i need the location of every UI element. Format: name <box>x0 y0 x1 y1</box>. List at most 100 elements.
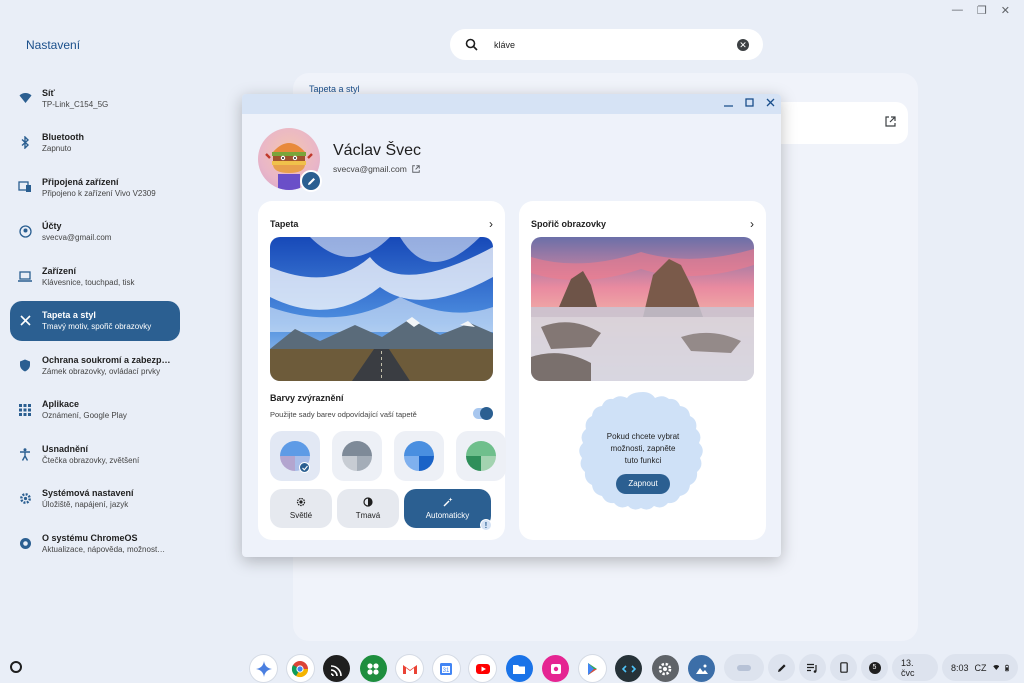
sidebar-item-title: Bluetooth <box>42 132 84 142</box>
sidebar-item-title: Zařízení <box>42 265 77 276</box>
pen-icon <box>777 663 786 672</box>
sidebar-item-title: Účty <box>42 221 62 231</box>
tray-indicator-icon <box>737 664 751 671</box>
sidebar-item-title: Aplikace <box>42 399 80 409</box>
screensaver-title: Spořič obrazovky <box>531 219 607 229</box>
wallpaper-preview[interactable] <box>270 237 493 381</box>
sidebar-item-subtitle: TP-Link_C154_5G <box>42 99 109 109</box>
gallery-icon[interactable] <box>542 655 569 682</box>
tray-pill[interactable] <box>724 654 764 681</box>
sidebar-item-title: Tapeta a styl <box>42 310 96 320</box>
gemini-icon[interactable] <box>250 655 277 682</box>
sidebar-item-wallpaper-style[interactable]: Tapeta a styl Tmavý motiv, spořič obrazo… <box>10 300 180 341</box>
sidebar-item-system[interactable]: Systémová nastavení Úložiště, napájení, … <box>10 479 180 519</box>
color-swatches <box>270 431 506 481</box>
color-swatch[interactable] <box>332 431 382 481</box>
locale-label: CZ <box>974 662 987 673</box>
settings-icon[interactable] <box>651 655 679 682</box>
wallpaper-card: Tapeta › Barvy zvýraznění Použijte sady … <box>258 201 506 540</box>
files-icon[interactable] <box>505 655 533 682</box>
sidebar-item-apps[interactable]: Aplikace Oznámení, Google Play <box>10 390 180 430</box>
stylus-tool[interactable] <box>768 654 795 681</box>
sidebar-item-connected-devices[interactable]: Připojená zařízení Připojeno k zařízení … <box>10 167 180 207</box>
chrome-icon[interactable] <box>286 655 314 682</box>
play-store-icon[interactable] <box>578 655 606 682</box>
auto-mode-button[interactable]: Automaticky ! <box>404 489 492 531</box>
enable-screensaver-button[interactable]: Zapnout <box>616 474 670 494</box>
svg-text:31: 31 <box>443 668 450 674</box>
magic-wand-icon <box>443 497 452 507</box>
sidebar-item-privacy[interactable]: Ochrana soukromí a zabezp… Zámek obrazov… <box>10 345 180 385</box>
date-pill[interactable]: 13. čvc <box>892 654 938 681</box>
sidebar-item-about[interactable]: O systému ChromeOS Aktualizace, nápověda… <box>10 523 180 563</box>
screensaver-message-line: Pokud chcete vybrat <box>606 432 680 441</box>
wallpaper-title: Tapeta <box>270 219 299 229</box>
screensaver-message-line: tuto funkci <box>624 456 662 465</box>
screensaver-preview[interactable] <box>531 237 754 381</box>
notification-counter[interactable]: 5 <box>861 654 888 681</box>
half-moon-icon <box>363 497 373 507</box>
cast-icon[interactable] <box>323 655 350 682</box>
account-icon <box>18 225 32 239</box>
dialog-title-bar <box>242 94 781 114</box>
screensaver-card: Spořič obrazovky › Pokud chcete vybrat m… <box>519 201 766 540</box>
calendar-icon[interactable]: 31 <box>432 655 460 682</box>
wifi-icon <box>992 664 999 671</box>
dark-mode-button[interactable]: Tmavá <box>337 489 399 528</box>
sidebar-item-bluetooth[interactable]: Bluetooth Zapnuto <box>10 123 180 163</box>
minimize-icon[interactable]: — <box>952 4 963 17</box>
app-title: Nastavení <box>26 38 81 52</box>
notification-count: 5 <box>868 661 881 674</box>
media-controls[interactable] <box>799 654 826 681</box>
code-icon[interactable] <box>615 655 642 682</box>
phone-hub[interactable] <box>830 654 857 681</box>
chevron-right-icon[interactable]: › <box>750 217 754 231</box>
window-controls: — ❐ ✕ <box>952 4 1010 17</box>
dark-mode-label: Tmavá <box>355 511 381 520</box>
youtube-icon[interactable] <box>469 655 496 682</box>
clear-search-icon[interactable]: ✕ <box>737 38 749 51</box>
restore-icon[interactable]: ❐ <box>977 4 987 17</box>
apps-icon[interactable] <box>359 655 387 682</box>
user-email-link[interactable]: svecva@gmail.com <box>333 164 420 174</box>
sidebar-item-title: Ochrana soukromí a zabezp… <box>42 354 171 365</box>
light-mode-label: Světlé <box>289 511 313 520</box>
gear-icon <box>18 492 32 506</box>
playlist-icon <box>807 663 817 673</box>
sidebar-item-device[interactable]: Zařízení Klávesnice, touchpad, tisk <box>10 256 180 296</box>
close-icon[interactable] <box>766 98 775 107</box>
auto-mode-label: Automaticky <box>425 511 470 520</box>
maximize-icon[interactable] <box>745 98 754 107</box>
sidebar-item-title: Připojená zařízení <box>42 176 119 187</box>
palette-brush-icon <box>18 314 32 328</box>
light-mode-button[interactable]: Světlé <box>270 489 332 528</box>
sidebar: Síť TP-Link_C154_5G Bluetooth Zapnuto Př… <box>10 78 180 568</box>
color-swatch[interactable] <box>270 431 320 481</box>
sidebar-item-accessibility[interactable]: Usnadnění Čtečka obrazovky, zvětšení <box>10 434 180 474</box>
sidebar-item-accounts[interactable]: Účty svecva@gmail.com <box>10 212 180 252</box>
close-icon[interactable]: ✕ <box>1001 4 1010 17</box>
color-swatch[interactable] <box>456 431 506 481</box>
wallpaper-app-icon[interactable] <box>688 655 715 682</box>
status-area[interactable]: 8:03 CZ <box>942 654 1018 681</box>
apps-grid-icon <box>18 403 32 417</box>
sidebar-item-subtitle: Čtečka obrazovky, zvětšení <box>42 455 140 465</box>
chevron-right-icon[interactable]: › <box>489 217 493 231</box>
wallpaper-settings-row[interactable] <box>780 102 908 144</box>
sidebar-item-subtitle: Zámek obrazovky, ovládací prvky <box>42 366 161 376</box>
edit-avatar-button[interactable] <box>300 170 322 192</box>
minimize-icon[interactable] <box>724 98 733 107</box>
search-input[interactable] <box>494 39 737 50</box>
external-link-icon[interactable] <box>885 116 896 127</box>
sidebar-item-subtitle: svecva@gmail.com <box>42 233 112 242</box>
info-badge: ! <box>480 519 492 531</box>
search-bar[interactable]: ✕ <box>450 29 763 60</box>
user-email: svecva@gmail.com <box>333 164 407 174</box>
accent-colors-toggle[interactable] <box>473 407 493 420</box>
sidebar-item-subtitle: Úložiště, napájení, jazyk <box>42 500 129 509</box>
sidebar-item-network[interactable]: Síť TP-Link_C154_5G <box>10 78 180 118</box>
gmail-icon[interactable] <box>396 655 423 682</box>
sidebar-item-subtitle: Aktualizace, nápověda, možnost… <box>42 544 166 554</box>
launcher-icon[interactable] <box>10 661 22 673</box>
color-swatch[interactable] <box>394 431 444 481</box>
